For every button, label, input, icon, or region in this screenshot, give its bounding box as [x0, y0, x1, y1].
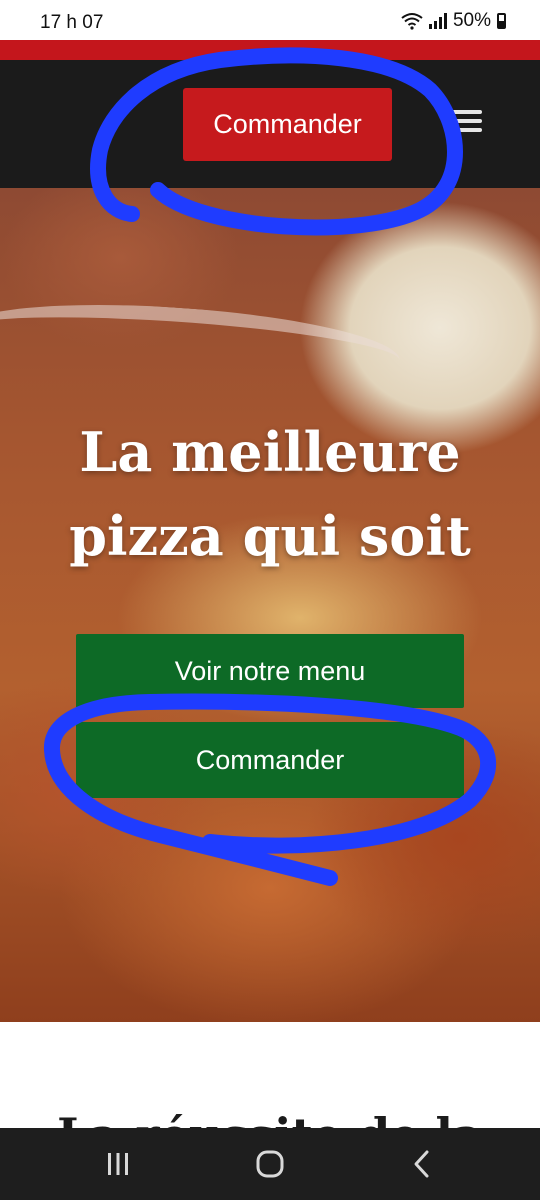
recent-apps-icon[interactable]	[100, 1146, 136, 1182]
battery-percent: 50%	[452, 10, 491, 31]
signal-icon	[428, 13, 447, 29]
site-header: Commander	[0, 60, 540, 188]
hero-order-button[interactable]: Commander	[76, 722, 464, 798]
next-section-title: La réussite de la	[0, 1110, 540, 1128]
view-menu-button[interactable]: Voir notre menu	[76, 634, 464, 708]
hero-background-image	[0, 292, 403, 398]
next-section: La réussite de la	[0, 1022, 540, 1128]
hero-title: La meilleure pizza qui soit	[69, 420, 471, 568]
battery-icon	[497, 13, 506, 29]
wifi-icon	[401, 12, 423, 30]
status-bar: 17 h 07 50%	[0, 0, 540, 44]
status-time: 17 h 07	[40, 12, 104, 33]
status-indicators: 50%	[401, 10, 506, 32]
top-accent-strip	[0, 40, 540, 60]
home-icon[interactable]	[252, 1146, 288, 1182]
hamburger-icon[interactable]	[452, 110, 482, 136]
header-order-button[interactable]: Commander	[183, 88, 392, 161]
navigation-bar	[0, 1128, 540, 1200]
hero-section: La meilleure pizza qui soit Voir notre m…	[0, 188, 540, 1022]
back-icon[interactable]	[404, 1146, 440, 1182]
screen: 17 h 07 50% Commander La meilleure pizza…	[0, 0, 540, 1200]
